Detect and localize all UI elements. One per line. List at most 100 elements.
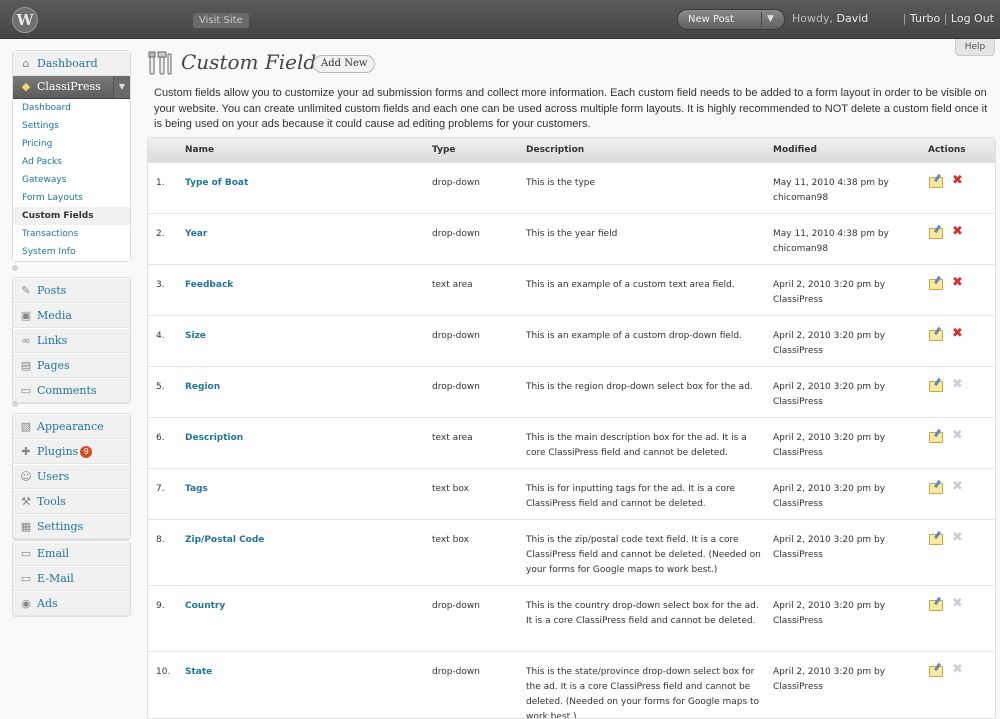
submenu-item-gateways[interactable]: Gateways xyxy=(13,171,130,189)
howdy-greeting: Howdy, David xyxy=(792,12,868,25)
submenu-item-pricing[interactable]: Pricing xyxy=(13,135,130,153)
field-name-link[interactable]: Description xyxy=(185,431,243,446)
sidebar-item-comments[interactable]: ▭ Comments xyxy=(13,378,130,403)
sidebar-item-label: Ads xyxy=(37,597,58,610)
table-row: 9. Country drop-down This is the country dr… xyxy=(148,586,995,652)
row-number: 6. xyxy=(156,433,165,443)
turbo-link[interactable]: Turbo xyxy=(910,12,940,25)
sidebar-item-dashboard[interactable]: ⌂ Dashboard xyxy=(13,51,130,76)
edit-icon[interactable] xyxy=(929,432,943,443)
tag-icon: ◆ xyxy=(21,80,31,93)
links-icon: ∞ xyxy=(21,334,31,347)
table-row: 8. Zip/Postal Code text box This is the zip… xyxy=(148,520,995,586)
link-separator: | xyxy=(943,12,948,25)
chevron-down-icon[interactable]: ▼ xyxy=(113,76,130,98)
new-post-button[interactable]: New Post xyxy=(688,10,734,29)
submenu-item-dashboard[interactable]: Dashboard xyxy=(13,99,130,117)
field-description: This is the zip/postal code text field. … xyxy=(526,535,761,575)
edit-icon[interactable] xyxy=(929,228,943,239)
sidebar-item-plugins[interactable]: ✚ Plugins 9 xyxy=(13,439,130,464)
help-tab[interactable]: Help xyxy=(955,39,995,56)
delete-icon: ✖ xyxy=(952,377,963,392)
plugins-icon: ✚ xyxy=(21,445,31,458)
table-row: 10. State drop-down This is the state/provi… xyxy=(148,652,995,718)
sidebar-item-label: Pages xyxy=(37,359,70,372)
media-icon: ▣ xyxy=(20,309,32,322)
link-separator: | xyxy=(902,12,907,25)
submenu-item-ad-packs[interactable]: Ad Packs xyxy=(13,153,130,171)
table-row: 4. Size drop-down This is an example of a c… xyxy=(148,316,995,367)
field-description: This is the country drop-down select box… xyxy=(526,601,759,626)
field-name-link[interactable]: State xyxy=(185,665,212,680)
sidebar-item-pages[interactable]: ▤ Pages xyxy=(13,353,130,378)
sidebar-item-appearance[interactable]: ▧ Appearance xyxy=(13,414,130,439)
pages-icon: ▤ xyxy=(20,359,32,372)
edit-icon[interactable] xyxy=(929,534,943,545)
edit-icon[interactable] xyxy=(929,381,943,392)
delete-icon[interactable]: ✖ xyxy=(952,225,963,239)
field-description: This is the main description box for the… xyxy=(526,433,747,458)
column-header-type[interactable]: Type xyxy=(432,138,455,162)
row-number: 8. xyxy=(156,535,165,545)
delete-icon[interactable]: ✖ xyxy=(952,327,963,341)
field-name-link[interactable]: Country xyxy=(185,599,225,614)
column-header-modified[interactable]: Modified xyxy=(773,138,817,162)
sidebar-item-label: E-Mail xyxy=(37,572,74,585)
field-description: This is an example of a custom text area… xyxy=(526,280,735,290)
user-name-link[interactable]: David xyxy=(836,12,868,25)
field-name-link[interactable]: Year xyxy=(185,227,207,242)
settings-icon: ▦ xyxy=(20,520,32,533)
edit-icon[interactable] xyxy=(929,330,943,341)
sidebar-item-label: ClassiPress xyxy=(37,80,101,93)
column-header-description[interactable]: Description xyxy=(526,138,584,162)
sidebar-item-settings[interactable]: ▦ Settings xyxy=(13,514,130,539)
field-name-link[interactable]: Region xyxy=(185,380,220,395)
classipress-submenu: Dashboard Settings Pricing Ad Packs Gateways… xyxy=(13,99,130,261)
row-number: 1. xyxy=(156,178,165,188)
submenu-item-settings[interactable]: Settings xyxy=(13,117,130,135)
column-header-name[interactable]: Name xyxy=(185,138,214,162)
sidebar-item-email[interactable]: ▭ Email xyxy=(13,541,130,566)
edit-icon[interactable] xyxy=(929,600,943,611)
howdy-label: Howdy, xyxy=(792,12,837,25)
table-header: Name Type Description Modified Actions xyxy=(148,138,995,163)
chevron-down-icon[interactable]: ▼ xyxy=(767,10,774,29)
delete-icon[interactable]: ✖ xyxy=(952,174,963,188)
logout-link[interactable]: Log Out xyxy=(951,12,994,25)
menu-separator xyxy=(12,265,18,271)
table-row: 3. Feedback text area This is an example of… xyxy=(148,265,995,316)
new-post-dropdown[interactable]: New Post ▼ xyxy=(677,9,785,30)
field-modified: April 2, 2010 3:20 pm by ClassiPress xyxy=(773,535,886,560)
field-name-link[interactable]: Feedback xyxy=(185,278,233,293)
delete-icon: ✖ xyxy=(952,596,963,611)
delete-icon[interactable]: ✖ xyxy=(952,276,963,290)
tools-icon: ⚒ xyxy=(21,495,31,508)
field-modified: April 2, 2010 3:20 pm by ClassiPress xyxy=(773,280,886,305)
field-name-link[interactable]: Size xyxy=(185,329,206,344)
submenu-item-transactions[interactable]: Transactions xyxy=(13,225,130,243)
pushpin-icon: ✎ xyxy=(21,284,31,297)
sidebar-item-media[interactable]: ▣ Media xyxy=(13,303,130,328)
visit-site-button[interactable]: Visit Site xyxy=(193,13,249,28)
sidebar-item-users[interactable]: ☺ Users xyxy=(13,464,130,489)
delete-icon: ✖ xyxy=(952,530,963,545)
field-name-link[interactable]: Type of Boat xyxy=(185,176,248,191)
field-name-link[interactable]: Zip/Postal Code xyxy=(185,533,264,548)
edit-icon[interactable] xyxy=(929,483,943,494)
edit-icon[interactable] xyxy=(929,279,943,290)
sidebar-item-links[interactable]: ∞ Links xyxy=(13,328,130,353)
sidebar-item-tools[interactable]: ⚒ Tools xyxy=(13,489,130,514)
sidebar-item-e-mail[interactable]: ▭ E-Mail xyxy=(13,566,130,591)
sidebar-item-posts[interactable]: ✎ Posts xyxy=(13,278,130,303)
sidebar-item-classipress[interactable]: ◆ ClassiPress ▼ xyxy=(13,76,130,99)
add-new-button[interactable]: Add New xyxy=(313,55,376,73)
sidebar-item-ads[interactable]: ◉ Ads xyxy=(13,591,130,616)
field-name-link[interactable]: Tags xyxy=(185,482,208,497)
wordpress-logo-icon[interactable]: W xyxy=(12,7,38,33)
submenu-item-form-layouts[interactable]: Form Layouts xyxy=(13,189,130,207)
row-number: 3. xyxy=(156,280,165,290)
edit-icon[interactable] xyxy=(929,177,943,188)
submenu-item-custom-fields[interactable]: Custom Fields xyxy=(13,207,130,225)
submenu-item-system-info[interactable]: System Info xyxy=(13,243,130,261)
edit-icon[interactable] xyxy=(929,666,943,677)
